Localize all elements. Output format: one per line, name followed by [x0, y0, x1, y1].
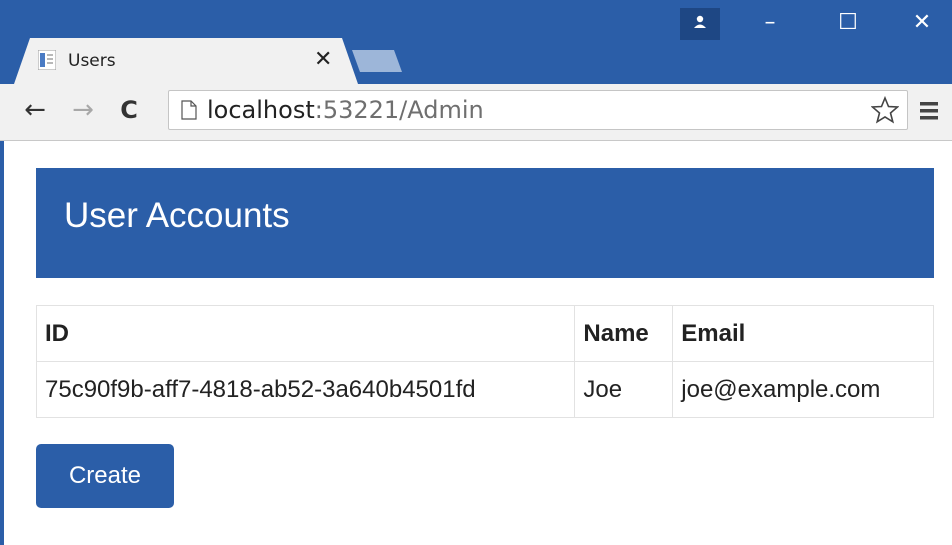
back-button[interactable]: ← [18, 92, 52, 128]
browser-window: Users ✕ – ☐ ✕ ← → C localhost:53221/Admi… [0, 0, 952, 545]
cell-name: Joe [574, 361, 674, 418]
panel-heading: User Accounts [36, 168, 934, 278]
page-content: User Accounts ID Name Email 75c90f9b-aff… [0, 141, 952, 545]
new-tab-button[interactable] [352, 50, 402, 72]
tab-users[interactable]: Users ✕ [14, 38, 358, 84]
reload-button[interactable]: C [112, 92, 146, 128]
window-close-button[interactable]: ✕ [892, 6, 952, 40]
cell-id: 75c90f9b-aff7-4818-ab52-3a640b4501fd [35, 361, 576, 418]
maximize-button[interactable]: ☐ [818, 6, 878, 40]
column-header-id: ID [35, 305, 576, 362]
column-header-email: Email [672, 305, 934, 362]
star-icon[interactable] [871, 96, 899, 124]
address-bar[interactable]: localhost:53221/Admin [168, 90, 908, 130]
page-title: User Accounts [64, 196, 290, 235]
person-icon [694, 15, 706, 28]
browser-toolbar: ← → C localhost:53221/Admin [0, 84, 952, 141]
page-icon [181, 100, 197, 120]
hamburger-menu-icon[interactable] [918, 100, 940, 122]
page-favicon-icon [38, 50, 56, 70]
url-text[interactable]: localhost:53221/Admin [207, 96, 484, 124]
title-bar: Users ✕ – ☐ ✕ [0, 0, 952, 84]
cell-email: joe@example.com [672, 361, 934, 418]
column-header-name: Name [574, 305, 674, 362]
profile-button[interactable] [680, 8, 720, 40]
table-header-row: ID Name Email [35, 305, 934, 362]
tab-close-icon[interactable]: ✕ [314, 48, 332, 70]
url-path: :53221/Admin [314, 96, 484, 124]
table-row: 75c90f9b-aff7-4818-ab52-3a640b4501fd Joe… [35, 361, 934, 418]
users-table: ID Name Email 75c90f9b-aff7-4818-ab52-3a… [35, 305, 934, 418]
url-host: localhost [207, 96, 315, 124]
forward-button[interactable]: → [66, 92, 100, 128]
minimize-button[interactable]: – [740, 6, 800, 40]
create-button[interactable]: Create [36, 444, 174, 508]
tab-title: Users [68, 51, 116, 71]
